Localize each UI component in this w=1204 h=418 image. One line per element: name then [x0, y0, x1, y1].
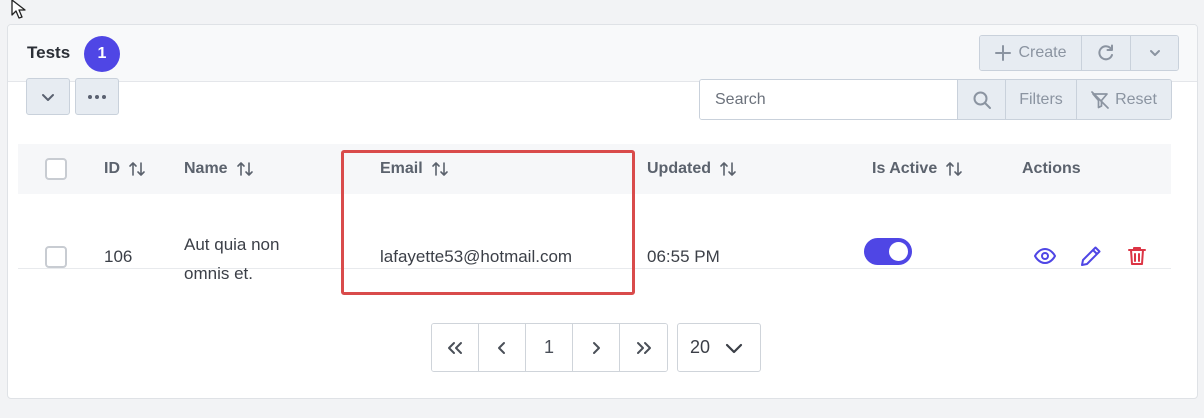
chevron-down-icon: [725, 343, 743, 353]
chevron-down-icon: [42, 93, 54, 101]
select-all-checkbox[interactable]: [45, 158, 67, 180]
column-header-actions: Actions: [1022, 160, 1081, 178]
pagination: 1: [431, 323, 668, 372]
refresh-button[interactable]: [1082, 36, 1131, 70]
column-header-id[interactable]: ID: [104, 160, 146, 178]
reset-label: Reset: [1115, 90, 1157, 108]
sort-icon: [236, 162, 253, 176]
cell-name-line: omnis et.: [184, 264, 253, 283]
search-input[interactable]: [700, 80, 957, 119]
sort-icon: [129, 162, 145, 176]
email-highlight-box: [341, 150, 635, 295]
per-page-value: 20: [690, 337, 711, 357]
filters-label: Filters: [1019, 90, 1063, 108]
search-bar: Filters Reset: [699, 79, 1172, 120]
more-options-button[interactable]: [75, 78, 119, 115]
cell-id: 106: [104, 247, 133, 266]
last-page-icon: [636, 341, 651, 354]
cell-name: Aut quia non omnis et.: [184, 230, 279, 288]
pencil-icon[interactable]: [1079, 244, 1103, 268]
last-page-button[interactable]: [620, 324, 667, 371]
column-header-updated[interactable]: Updated: [647, 160, 737, 178]
plus-icon: [995, 45, 1012, 61]
per-page-select[interactable]: 20: [677, 323, 761, 372]
filter-off-icon: [1091, 90, 1109, 109]
row-checkbox[interactable]: [45, 246, 67, 268]
is-active-toggle[interactable]: [864, 238, 912, 265]
header-dropdown-button[interactable]: [1131, 36, 1178, 70]
column-header-is-active[interactable]: Is Active: [872, 160, 963, 178]
create-label: Create: [1018, 44, 1067, 61]
search-icon: [973, 91, 991, 109]
toggle-knob: [889, 242, 908, 261]
next-page-icon: [593, 341, 600, 354]
count-badge: 1: [84, 36, 120, 72]
filters-button[interactable]: Filters: [1005, 80, 1076, 119]
sort-icon: [720, 162, 736, 176]
column-label-id: ID: [104, 160, 120, 177]
panel-header: Tests 1 Create: [8, 25, 1197, 82]
page-title: Tests: [27, 43, 71, 62]
search-button[interactable]: [957, 80, 1005, 119]
header-actions: Create: [979, 35, 1179, 71]
cell-name-line: Aut quia non: [184, 235, 280, 254]
chevron-down-icon: [1149, 50, 1160, 56]
sort-icon: [946, 162, 963, 176]
column-label-actions: Actions: [1022, 160, 1081, 177]
prev-page-button[interactable]: [479, 324, 526, 371]
bulk-select-dropdown-button[interactable]: [26, 78, 70, 115]
column-label-updated: Updated: [647, 160, 711, 177]
column-label-name: Name: [184, 160, 228, 177]
column-label-is-active: Is Active: [872, 160, 938, 177]
cell-updated: 06:55 PM: [647, 247, 720, 266]
more-icon: [88, 94, 106, 99]
prev-page-icon: [498, 341, 505, 354]
column-header-name[interactable]: Name: [184, 160, 254, 178]
reset-button[interactable]: Reset: [1076, 80, 1171, 119]
next-page-button[interactable]: [573, 324, 620, 371]
eye-icon[interactable]: [1033, 244, 1057, 268]
first-page-button[interactable]: [432, 324, 479, 371]
cursor-icon: [11, 0, 26, 19]
refresh-icon: [1098, 44, 1113, 61]
page-button-current[interactable]: 1: [526, 324, 573, 371]
first-page-icon: [448, 341, 462, 354]
create-button[interactable]: Create: [980, 36, 1082, 70]
trash-icon[interactable]: [1125, 244, 1149, 268]
